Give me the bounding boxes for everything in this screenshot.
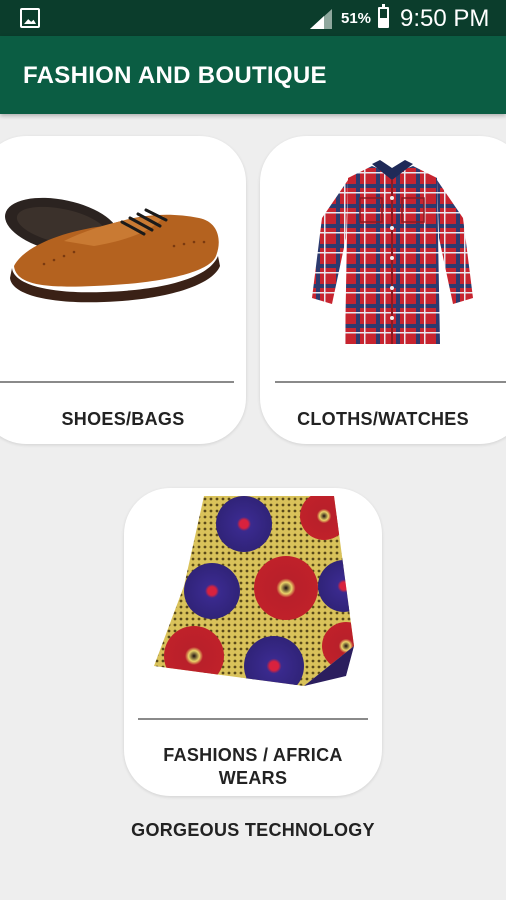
footer-credit: GORGEOUS TECHNOLOGY xyxy=(131,820,375,840)
gallery-icon xyxy=(20,8,40,28)
category-card-africa-wears[interactable]: FASHIONS / AFRICA WEARS xyxy=(124,488,382,796)
brogue-shoe-image xyxy=(5,197,220,303)
category-card-shoes-bags[interactable]: SHOES/BAGS xyxy=(0,136,246,444)
app-title: FASHION AND BOUTIQUE xyxy=(23,62,327,89)
card-divider xyxy=(0,381,234,383)
clock: 9:50 PM xyxy=(400,5,490,32)
card-divider xyxy=(275,381,506,383)
category-label-cloths-watches: CLOTHS/WATCHES xyxy=(297,409,469,429)
category-label-shoes-bags: SHOES/BAGS xyxy=(61,409,185,429)
plaid-shirt-image xyxy=(312,160,473,344)
category-label-africa-wears: FASHIONS / AFRICA WEARS xyxy=(124,744,382,790)
app-bar: FASHION AND BOUTIQUE xyxy=(0,36,506,114)
category-card-cloths-watches[interactable]: CLOTHS/WATCHES xyxy=(260,136,506,444)
battery-icon xyxy=(378,4,389,28)
card-divider xyxy=(138,718,368,720)
battery-percent: 51% xyxy=(341,10,372,27)
status-bar: 51% 9:50 PM xyxy=(0,0,506,36)
category-label-line2: WEARS xyxy=(218,768,288,788)
signal-icon xyxy=(310,9,332,29)
category-label-line1: FASHIONS / AFRICA xyxy=(163,745,343,765)
ankara-fabric-image xyxy=(154,496,354,686)
